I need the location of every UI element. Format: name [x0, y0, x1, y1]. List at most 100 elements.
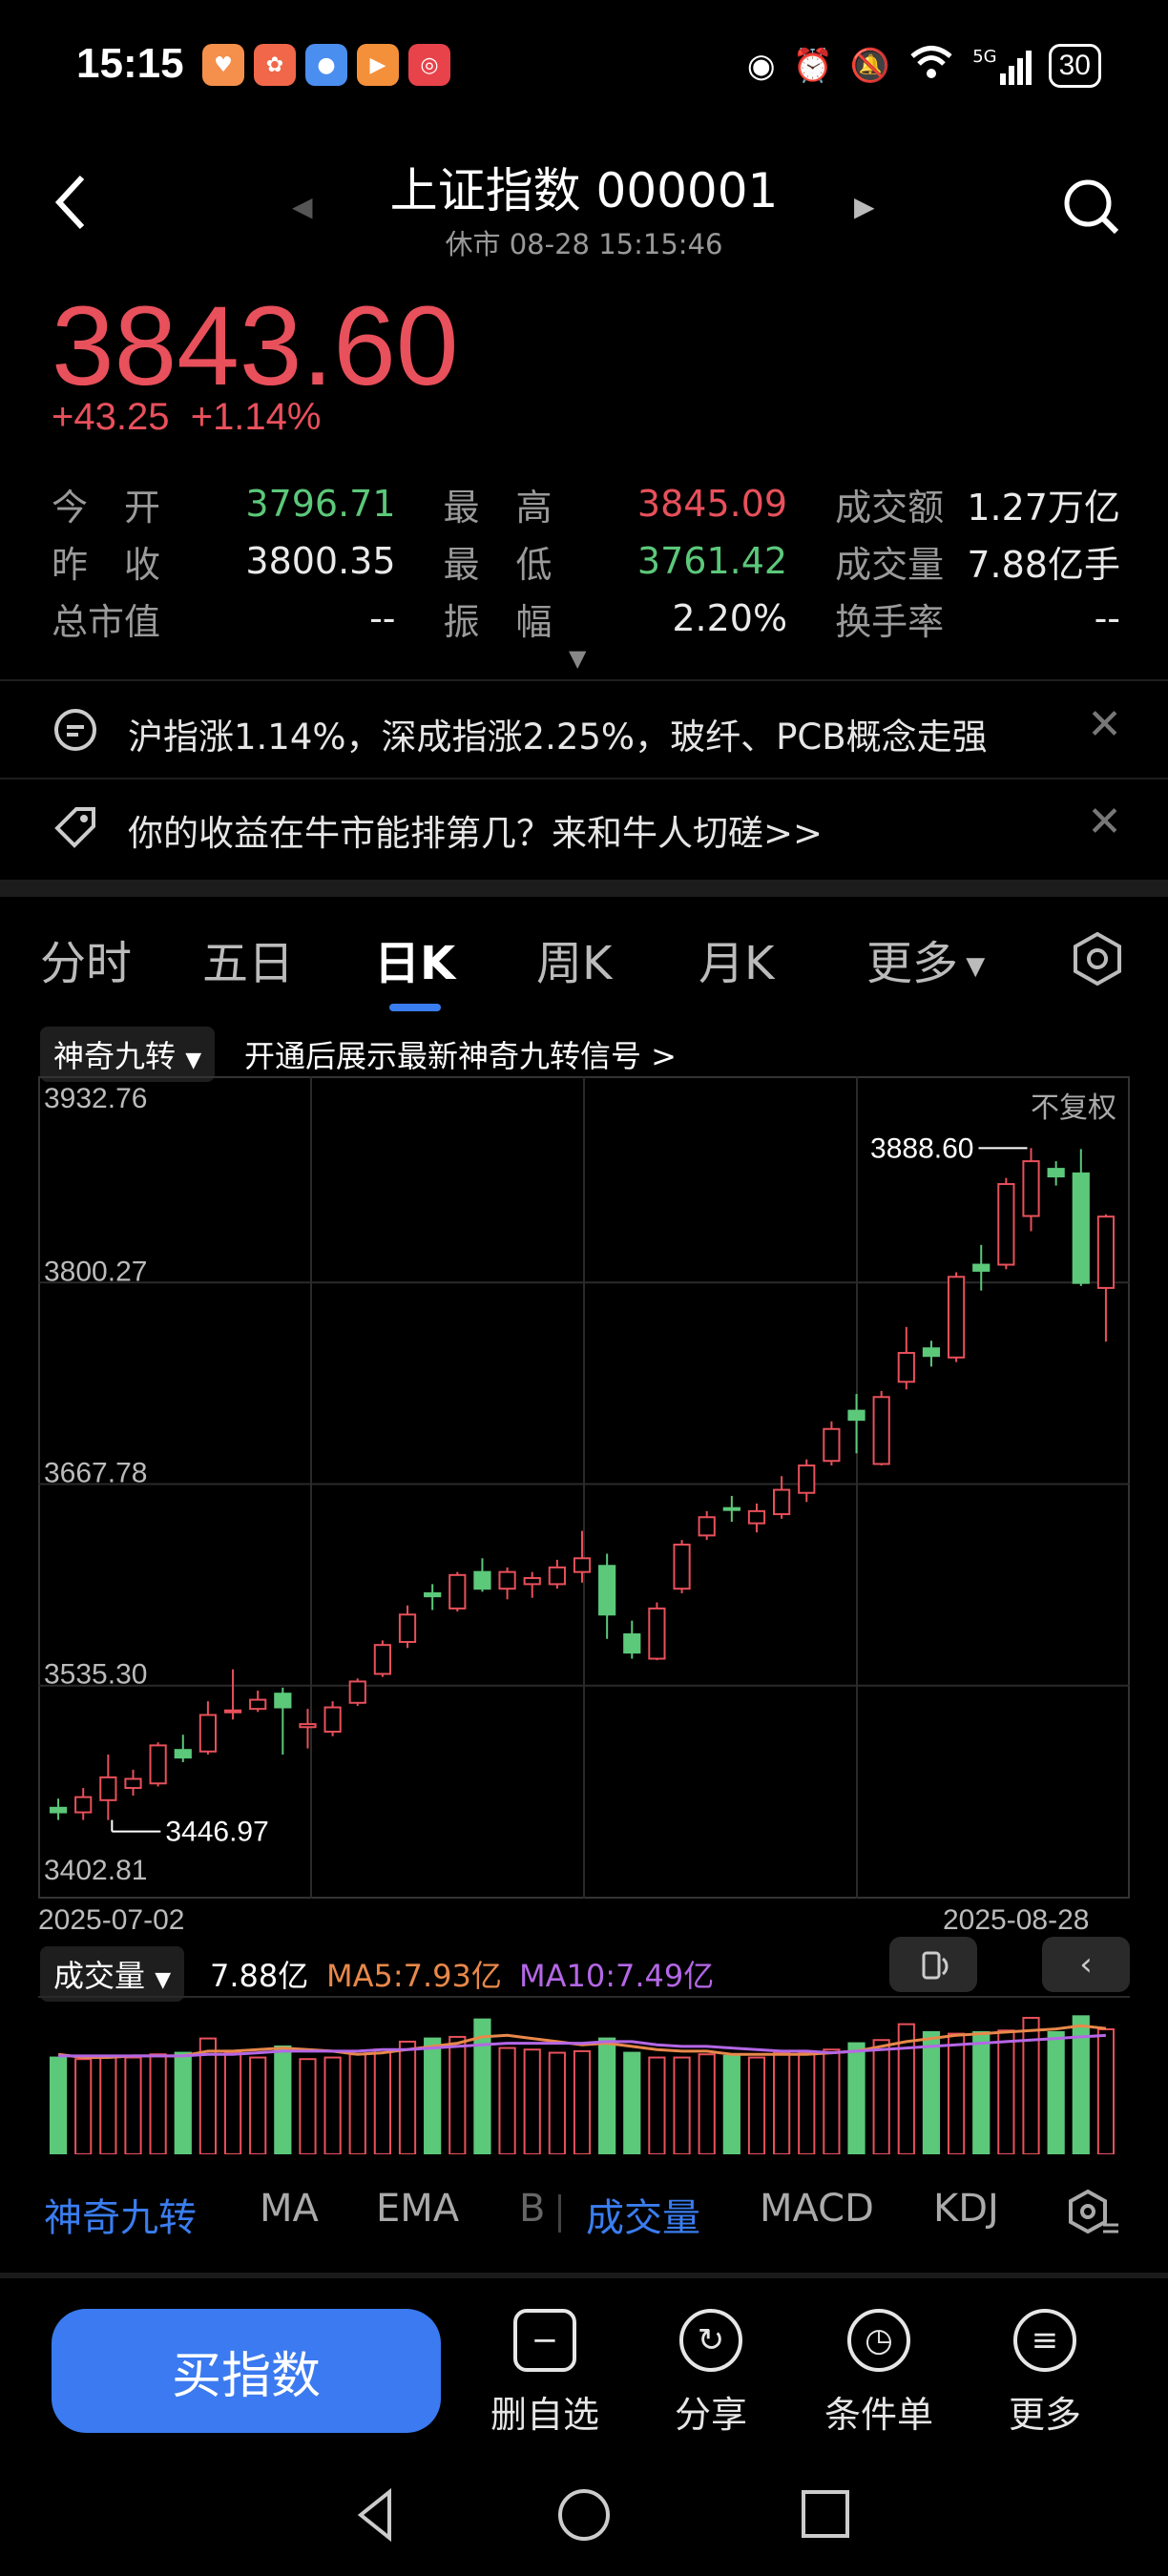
more-button[interactable]: ≡ 更多 [973, 2309, 1116, 2438]
candle [299, 1709, 317, 1749]
app-play-icon: ▶ [357, 44, 399, 86]
volume-bar [1047, 2030, 1065, 2155]
tab-macd[interactable]: MACD [760, 2187, 874, 2231]
candle-body [1072, 1172, 1090, 1284]
volume-bar [523, 2048, 541, 2155]
candle [1096, 1214, 1116, 1342]
collapse-icon[interactable]: ‹ [1042, 1937, 1130, 1992]
kline-chart[interactable]: 3932.76 3800.27 3667.78 3535.30 3402.81 3888.… [38, 1076, 1130, 1899]
share-button[interactable]: ↻ 分享 [639, 2309, 782, 2438]
candle-body [424, 1591, 442, 1598]
rotate-screen-icon[interactable] [889, 1937, 977, 1992]
candle [747, 1503, 766, 1533]
volume-bar [74, 2058, 93, 2155]
volume-bar [798, 2051, 816, 2156]
tab-more[interactable]: 更多 ▼ [866, 925, 985, 992]
settings-icon[interactable] [1069, 930, 1126, 991]
tab-weekly-k[interactable]: 周K [536, 925, 612, 992]
close-icon[interactable]: ✕ [1087, 700, 1122, 749]
eye-icon: ◉ [746, 46, 776, 85]
change-value: +43.25 [52, 396, 170, 438]
candle-body [798, 1465, 816, 1494]
y-tick-label: 3932.76 [44, 1083, 147, 1114]
divider [0, 679, 1168, 681]
adjust-mode[interactable]: 不复权 [1031, 1084, 1116, 1126]
candle-body [922, 1347, 941, 1358]
candle [523, 1571, 541, 1598]
app-grid-icon: ✿ [254, 44, 296, 86]
candle-body [997, 1183, 1015, 1266]
signal-icon: 5G [972, 46, 1032, 85]
volume-bar [398, 2040, 417, 2156]
candle [947, 1272, 966, 1362]
y-tick-label: 3667.78 [44, 1458, 147, 1489]
quote-stats: 今 开 3796.71 最 高 3845.09 成交额 1.27万亿 昨 收 3800.… [52, 475, 1120, 647]
candle [473, 1558, 491, 1592]
stat-value: 3845.09 [636, 483, 788, 525]
promo-banner[interactable]: 你的收益在牛市能排第几？来和牛人切磋>> [128, 804, 823, 856]
indicator-selector[interactable]: 神奇九转 ▼ [40, 1027, 216, 1082]
action-label: 条件单 [824, 2394, 933, 2436]
dropdown-icon: ▼ [958, 952, 986, 981]
volume-bar [174, 2051, 192, 2156]
dropdown-icon: ▼ [155, 1968, 172, 1992]
tab-volume[interactable]: 成交量 [586, 2187, 700, 2242]
volume-bar [149, 2053, 167, 2155]
nav-svg [357, 2487, 849, 2543]
news-ticker[interactable]: 沪指涨1.14%，深成指涨2.25%，玻纤、PCB概念走强 [128, 708, 988, 759]
candle-body [448, 1573, 467, 1610]
next-stock-icon[interactable]: ▶ [854, 191, 875, 222]
candle-body [722, 1506, 740, 1511]
stat-label: 总市值 [52, 600, 161, 643]
indicator-settings-icon[interactable] [1067, 2189, 1120, 2246]
nav-home-icon[interactable] [558, 2489, 610, 2541]
volume-bar [773, 2051, 791, 2156]
candle [673, 1540, 691, 1593]
candle-body [773, 1488, 791, 1516]
volume-bar [872, 2039, 890, 2155]
network-type: 5G [972, 46, 997, 67]
tab-five-day[interactable]: 五日 [202, 925, 294, 992]
tab-daily-k[interactable]: 日K [374, 925, 455, 992]
candle [897, 1326, 915, 1390]
buy-index-button[interactable]: 买指数 [52, 2309, 441, 2433]
price-change: +43.25 +1.14% [52, 396, 321, 439]
menu-icon: ≡ [1013, 2309, 1076, 2372]
tab-intraday[interactable]: 分时 [40, 925, 132, 992]
stat-label: 最 低 [443, 543, 553, 586]
mute-icon: 🔕 [849, 46, 891, 85]
remove-watchlist-button[interactable]: − 删自选 [473, 2309, 616, 2438]
candle-body [947, 1276, 966, 1359]
candle-body [1022, 1160, 1040, 1217]
candle-body [548, 1566, 566, 1586]
expand-stats-icon[interactable]: ▼ [569, 645, 586, 672]
candle [1072, 1149, 1090, 1286]
wifi-icon [907, 42, 955, 89]
tab-ema[interactable]: EMA [376, 2187, 459, 2231]
nav-recents-icon[interactable] [802, 2490, 849, 2538]
dropdown-icon: ▼ [185, 1049, 202, 1072]
active-tab-indicator [389, 1004, 441, 1011]
candle [648, 1602, 666, 1661]
tab-boll[interactable]: B [519, 2187, 545, 2231]
nav-back-icon[interactable] [357, 2487, 391, 2543]
candle [823, 1421, 841, 1466]
tab-magic-nine[interactable]: 神奇九转 [44, 2187, 197, 2242]
search-icon[interactable] [1061, 177, 1122, 241]
volume-bar [573, 2049, 592, 2155]
volume-bar [648, 2056, 666, 2155]
conditional-order-button[interactable]: ◷ 条件单 [807, 2309, 950, 2438]
tab-monthly-k[interactable]: 月K [699, 925, 774, 992]
tab-more-label: 更多 [866, 937, 959, 990]
divider [0, 2273, 1168, 2278]
stat-value: 2.20% [672, 597, 788, 639]
candle-body [1047, 1168, 1065, 1178]
volume-bar [373, 2048, 391, 2155]
candle-body [124, 1777, 142, 1790]
candle [698, 1510, 716, 1541]
close-icon[interactable]: ✕ [1087, 798, 1122, 846]
tab-ma[interactable]: MA [260, 2187, 319, 2231]
indicator-promo[interactable]: 开通后展示最新神奇九转信号 > [244, 1032, 677, 1076]
tab-kdj[interactable]: KDJ [933, 2187, 999, 2231]
high-price-label: 3888.60 [870, 1132, 973, 1164]
